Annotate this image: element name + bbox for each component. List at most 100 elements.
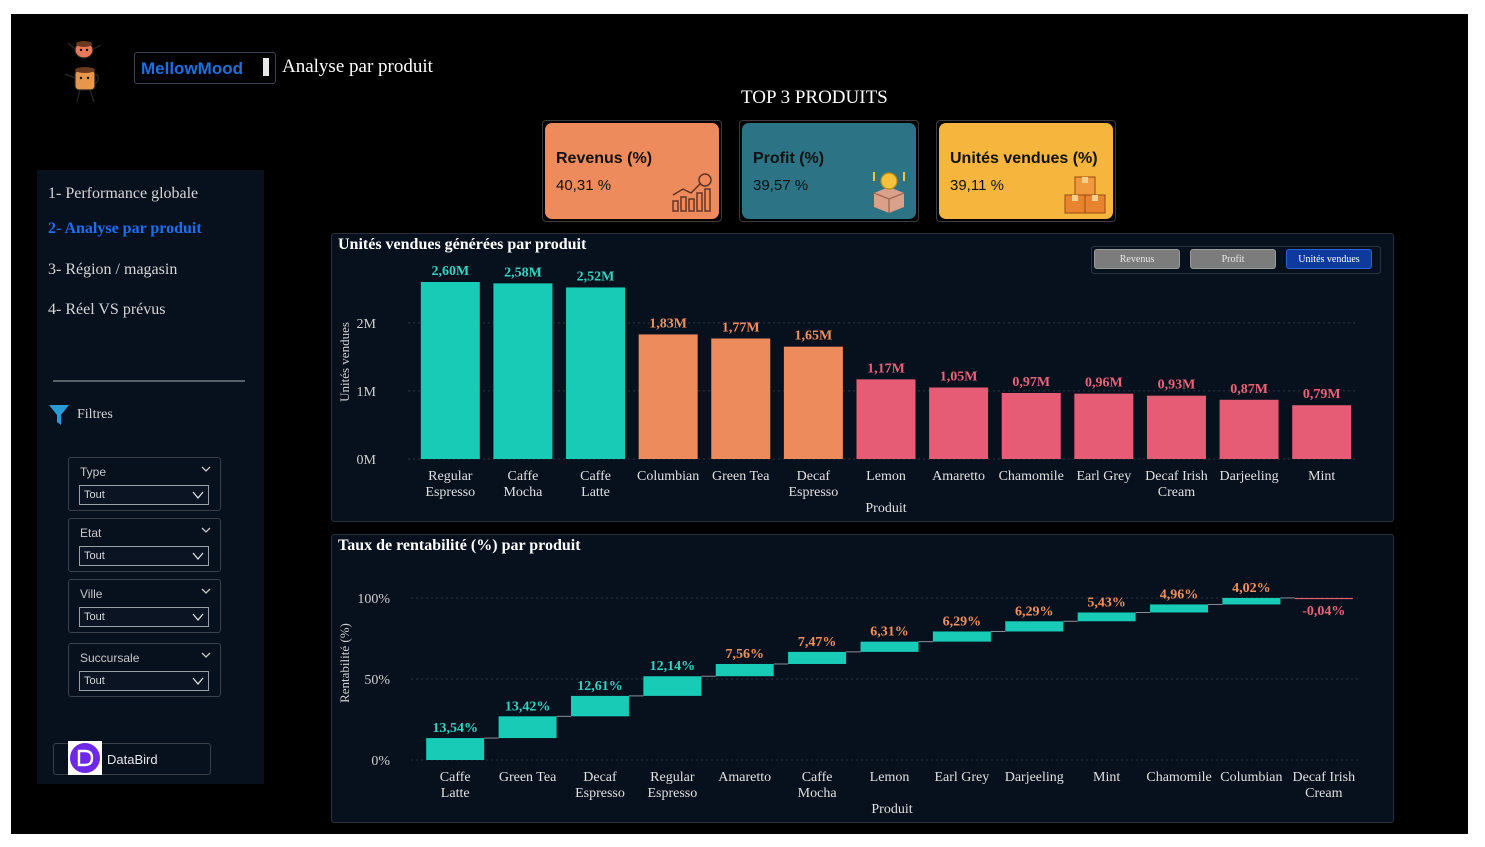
kpi-label: Revenus (%) <box>556 150 653 167</box>
x-tick-label: Mocha <box>798 786 838 801</box>
slicer-succursale: Succursale Tout <box>68 643 221 697</box>
page-title: Analyse par produit <box>282 56 433 77</box>
waterfall-bar <box>932 631 991 642</box>
data-label: 0,79M <box>1303 387 1341 402</box>
x-tick-label: Earl Grey <box>1076 469 1131 484</box>
data-label: 1,17M <box>867 361 905 376</box>
report-canvas: MellowMood Analyse par produit TOP 3 PRO… <box>11 14 1468 834</box>
x-tick-label: Caffe <box>508 469 539 484</box>
slicer-dropdown[interactable]: Tout <box>79 671 209 691</box>
slicer-title: Ville <box>80 587 103 601</box>
kpi-card-background: Revenus (%) 40,31 % <box>545 123 719 219</box>
waterfall-bar <box>570 695 629 717</box>
x-tick-label: Cream <box>1305 786 1342 801</box>
slicer-title: Etat <box>80 526 102 540</box>
slicer-title: Type <box>80 465 107 479</box>
nav-item-performance-globale[interactable]: 1- Performance globale <box>48 185 198 203</box>
waterfall-bar <box>1294 597 1353 600</box>
x-tick-label: Caffe <box>440 770 471 785</box>
bar <box>856 379 916 459</box>
x-tick-label: Mocha <box>503 485 543 500</box>
data-label: 0,96M <box>1085 376 1123 391</box>
brand-logo: MellowMood <box>134 52 276 84</box>
data-label: 0,97M <box>1012 375 1050 390</box>
data-label: 0,87M <box>1230 382 1268 397</box>
data-label: 4,96% <box>1160 587 1199 602</box>
x-tick-label: Espresso <box>788 485 838 500</box>
chevron-down-icon <box>192 677 204 686</box>
y-tick-label: 100% <box>357 592 390 607</box>
x-tick-label: Caffe <box>802 770 833 785</box>
bar <box>929 387 989 459</box>
x-tick-label: Lemon <box>866 469 906 484</box>
x-tick-label: Regular <box>650 770 695 785</box>
slicer-dropdown[interactable]: Tout <box>79 485 209 505</box>
waterfall-bar <box>643 676 702 696</box>
waterfall-bar <box>1222 597 1281 605</box>
slicer-value: Tout <box>84 611 105 623</box>
kpi-value: 39,11 % <box>950 177 1004 194</box>
kpi-card-background: Unités vendues (%) 39,11 % <box>939 123 1113 219</box>
kpi-card-profit: Profit (%) 39,57 % <box>739 120 919 222</box>
data-label: 0,93M <box>1158 378 1196 393</box>
y-axis-title: Unités vendues <box>337 322 352 402</box>
x-tick-label: Decaf <box>797 469 831 484</box>
data-label: 13,54% <box>432 721 478 736</box>
databird-label: DataBird <box>107 752 158 767</box>
data-label: 4,02% <box>1232 581 1271 596</box>
mascot-logo-icon <box>64 41 102 103</box>
profitability-chart-panel: Taux de rentabilité (%) par produit 0% 50… <box>331 534 1394 823</box>
x-tick-label: Cream <box>1158 485 1195 500</box>
brand-name: MellowMood <box>141 59 243 78</box>
data-label: 7,47% <box>798 635 837 650</box>
bar <box>711 338 771 459</box>
slicer-value: Tout <box>84 675 105 687</box>
slicer-etat: Etat Tout <box>68 518 221 572</box>
slicer-type: Type Tout <box>68 457 221 511</box>
waterfall-bar <box>426 738 485 760</box>
x-tick-label: Mint <box>1093 770 1120 785</box>
chevron-down-icon[interactable] <box>200 525 212 535</box>
data-label: -0,04% <box>1302 604 1345 619</box>
y-tick-label: 0M <box>357 453 377 468</box>
bar <box>1292 405 1352 459</box>
slicer-dropdown[interactable]: Tout <box>79 607 209 627</box>
chevron-down-icon <box>192 491 204 500</box>
chevron-down-icon[interactable] <box>200 650 212 660</box>
data-label: 2,52M <box>577 269 615 284</box>
waterfall-bar <box>1150 604 1209 613</box>
chevron-down-icon[interactable] <box>200 586 212 596</box>
nav-item-analyse-par-produit[interactable]: 2- Analyse par produit <box>48 220 202 238</box>
y-tick-label: 50% <box>364 673 390 688</box>
x-tick-label: Decaf <box>583 770 617 785</box>
databird-badge[interactable]: DataBird <box>53 741 211 775</box>
waterfall-bar <box>788 651 847 664</box>
chevron-down-icon <box>192 552 204 561</box>
nav-item-region-magasin[interactable]: 3- Région / magasin <box>48 261 177 279</box>
slicer-dropdown[interactable]: Tout <box>79 546 209 566</box>
x-tick-label: Columbian <box>1220 770 1282 785</box>
x-tick-label: Darjeeling <box>1005 770 1064 785</box>
revenue-chart-icon <box>672 173 712 212</box>
x-axis-title: Produit <box>871 802 912 817</box>
kpi-card-unites-vendues: Unités vendues (%) 39,11 % <box>936 120 1116 222</box>
nav-item-reel-vs-prevus[interactable]: 4- Réel VS prévus <box>48 301 165 319</box>
slicer-value: Tout <box>84 489 105 501</box>
y-tick-label: 1M <box>357 385 377 400</box>
waterfall-bar <box>498 716 557 739</box>
kpi-value: 40,31 % <box>556 177 612 194</box>
units-chart-panel: Unités vendues générées par produit Reve… <box>331 233 1394 522</box>
x-tick-label: Lemon <box>870 770 910 785</box>
data-label: 13,42% <box>505 699 551 714</box>
slicer-value: Tout <box>84 550 105 562</box>
data-label: 2,58M <box>504 265 542 280</box>
chevron-down-icon[interactable] <box>200 464 212 474</box>
x-tick-label: Espresso <box>425 485 475 500</box>
slicer-ville: Ville Tout <box>68 579 221 633</box>
x-tick-label: Regular <box>428 469 473 484</box>
bar <box>1146 395 1206 459</box>
x-tick-label: Chamomile <box>1146 770 1211 785</box>
waterfall-bar <box>860 641 919 652</box>
x-tick-label: Chamomile <box>999 469 1064 484</box>
x-tick-label: Decaf Irish <box>1293 770 1356 785</box>
